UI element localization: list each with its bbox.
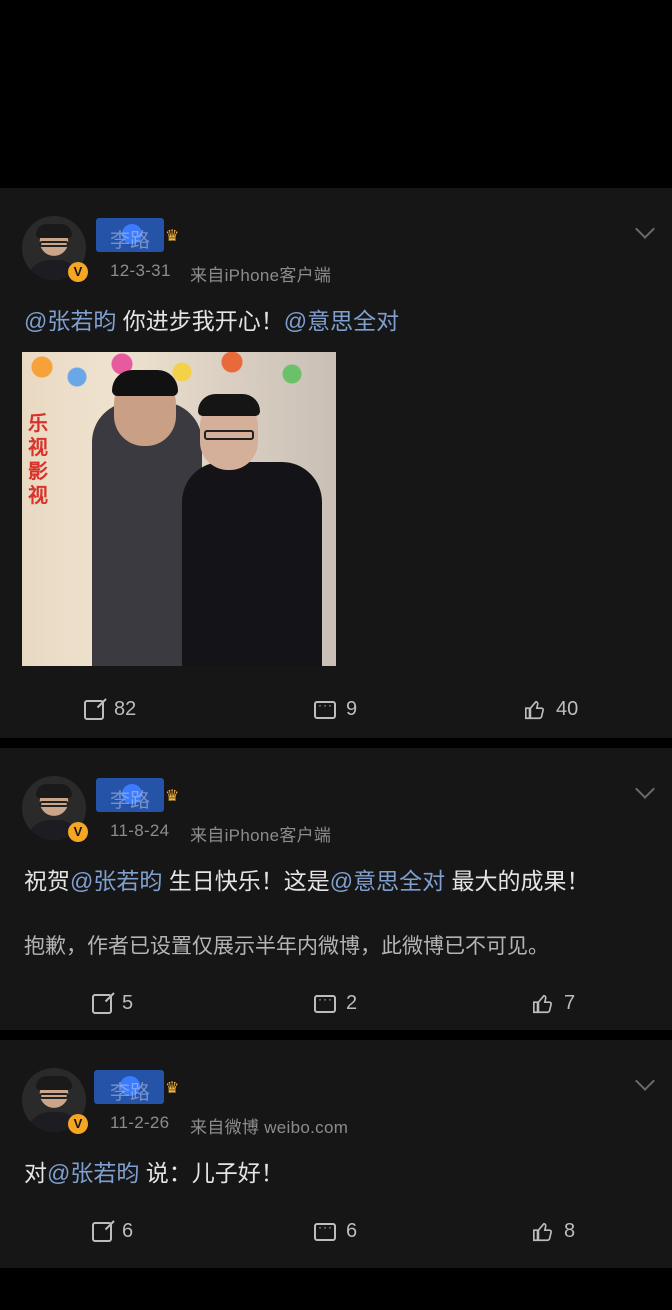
mention-link[interactable]: @意思全对 [284,308,399,334]
like-count: 7 [564,992,576,1014]
text-segment: 说：儿子好！ [139,1160,284,1186]
comment-count: 9 [346,698,358,720]
share-icon [92,1221,112,1242]
text-segment: 生日快乐！这是 [162,868,330,894]
hidden-post-notice: 抱歉，作者已设置仅展示半年内微博，此微博已不可见。 [24,935,549,958]
share-icon [92,993,112,1014]
person-left-hair [112,370,178,396]
post-time: 11-2-26 [110,1113,170,1132]
post-text: 对@张若昀 说：儿子好！ [24,1154,284,1188]
share-button[interactable]: 82 [84,698,136,721]
post-time: 12-3-31 [110,261,171,280]
crown-icon: ♛ [165,1080,180,1097]
weibo-post-3[interactable]: V 李路 ♛ 11-2-26 来自微博 weibo.com 对@张若昀 说：儿子… [0,1040,672,1268]
author-name[interactable]: 李路 [110,224,150,253]
text-segment: 最大的成果！ [445,868,590,894]
post-source: 来自iPhone客户端 [190,266,332,285]
text-segment: 对 [24,1160,47,1186]
crown-icon: ♛ [165,788,180,805]
mention-link[interactable]: @张若昀 [47,1160,139,1186]
text-segment: 你进步我开心！ [116,308,284,334]
balloons-decoration [22,352,336,392]
chevron-down-icon[interactable] [635,1071,655,1091]
post-source: 来自微博 weibo.com [190,1118,349,1137]
photo-banner-text: 乐视影视 [28,413,48,507]
comment-button[interactable]: 9 [314,698,357,721]
comment-button[interactable]: 2 [314,992,357,1015]
weibo-post-1[interactable]: V 李路 ♛ 12-3-31 来自iPhone客户端 @张若昀 你进步我开心！@… [0,188,672,738]
comment-icon [314,1220,336,1241]
post-text: @张若昀 你进步我开心！@意思全对 [24,302,399,336]
like-button[interactable]: 40 [524,698,578,721]
like-button[interactable]: 7 [532,992,575,1015]
comment-icon [314,698,336,719]
comment-count: 6 [346,1220,358,1242]
person-right-glasses [204,430,254,440]
like-icon [525,700,545,719]
comment-count: 2 [346,992,358,1014]
share-count: 82 [114,698,137,720]
comment-icon [314,992,336,1013]
like-count: 40 [556,698,579,720]
share-button[interactable]: 6 [92,1220,133,1243]
comment-button[interactable]: 6 [314,1220,357,1243]
post-time: 11-8-24 [110,821,170,840]
author-name[interactable]: 李路 [110,1076,150,1105]
chevron-down-icon[interactable] [635,219,655,239]
post-source: 来自iPhone客户端 [190,826,332,845]
like-count: 8 [564,1220,576,1242]
text-segment: 祝贺 [24,868,70,894]
share-button[interactable]: 5 [92,992,133,1015]
person-right-hair [198,394,260,416]
person-right [182,462,322,666]
like-button[interactable]: 8 [532,1220,575,1243]
verified-badge-icon: V [68,822,88,842]
chevron-down-icon[interactable] [635,779,655,799]
share-count: 5 [122,992,134,1014]
post-text: 祝贺@张若昀 生日快乐！这是@意思全对 最大的成果！ [24,862,590,896]
mention-link[interactable]: @意思全对 [330,868,445,894]
share-count: 6 [122,1220,134,1242]
like-icon [533,1222,553,1241]
crown-icon: ♛ [165,228,180,245]
author-name[interactable]: 李路 [110,784,150,813]
verified-badge-icon: V [68,262,88,282]
like-icon [533,994,553,1013]
post-photo[interactable]: 乐视影视 [22,352,336,666]
mention-link[interactable]: @张若昀 [70,868,162,894]
verified-badge-icon: V [68,1114,88,1134]
mention-link[interactable]: @张若昀 [24,308,116,334]
share-icon [84,699,104,720]
weibo-post-2[interactable]: V 李路 ♛ 11-8-24 来自iPhone客户端 祝贺@张若昀 生日快乐！这… [0,748,672,1030]
